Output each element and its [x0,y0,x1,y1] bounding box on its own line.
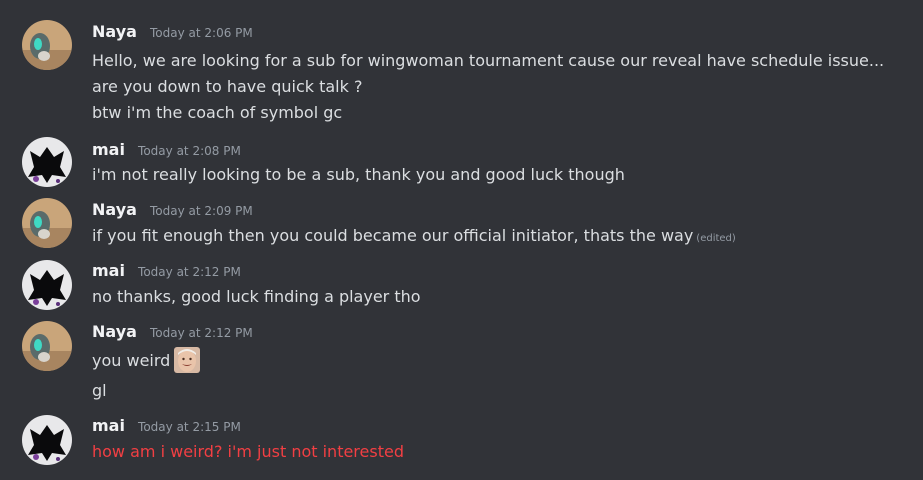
smiling-face-emoji-icon[interactable] [174,347,201,373]
author-name[interactable]: mai [92,261,125,280]
message-text: you weird [92,347,201,373]
message-text: Hello, we are looking for a sub for wing… [92,51,885,70]
message-header: mai Today at 2:08 PM [92,140,241,162]
avatar[interactable] [22,260,72,310]
edited-label: (edited) [696,233,736,244]
message-text-content: if you fit enough then you could became … [92,226,694,245]
message-text: if you fit enough then you could became … [92,225,736,250]
timestamp: Today at 2:15 PM [138,420,241,434]
message-header: Naya Today at 2:06 PM [92,22,253,44]
message-text: no thanks, good luck finding a player th… [92,287,421,306]
message-header: mai Today at 2:15 PM [92,416,241,438]
message-text: btw i'm the coach of symbol gc [92,103,343,122]
message-text-content: you weird [92,351,171,370]
author-name[interactable]: Naya [92,200,137,219]
avatar[interactable] [22,20,72,70]
author-name[interactable]: Naya [92,22,137,41]
avatar[interactable] [22,198,72,248]
timestamp: Today at 2:06 PM [150,26,253,40]
message-text: are you down to have quick talk ? [92,77,363,96]
message-text: gl [92,381,107,400]
message-text: i'm not really looking to be a sub, than… [92,165,625,184]
timestamp: Today at 2:09 PM [150,204,253,218]
avatar[interactable] [22,137,72,187]
chat-messages: Naya Today at 2:06 PM Hello, we are look… [0,0,923,480]
message-header: Naya Today at 2:12 PM [92,322,253,344]
message-header: mai Today at 2:12 PM [92,261,241,283]
author-name[interactable]: mai [92,140,125,159]
timestamp: Today at 2:12 PM [138,265,241,279]
timestamp: Today at 2:08 PM [138,144,241,158]
timestamp: Today at 2:12 PM [150,326,253,340]
avatar[interactable] [22,415,72,465]
message-header: Naya Today at 2:09 PM [92,200,253,222]
author-name[interactable]: mai [92,416,125,435]
avatar[interactable] [22,321,72,371]
message-text: how am i weird? i'm just not interested [92,442,404,461]
author-name[interactable]: Naya [92,322,137,341]
